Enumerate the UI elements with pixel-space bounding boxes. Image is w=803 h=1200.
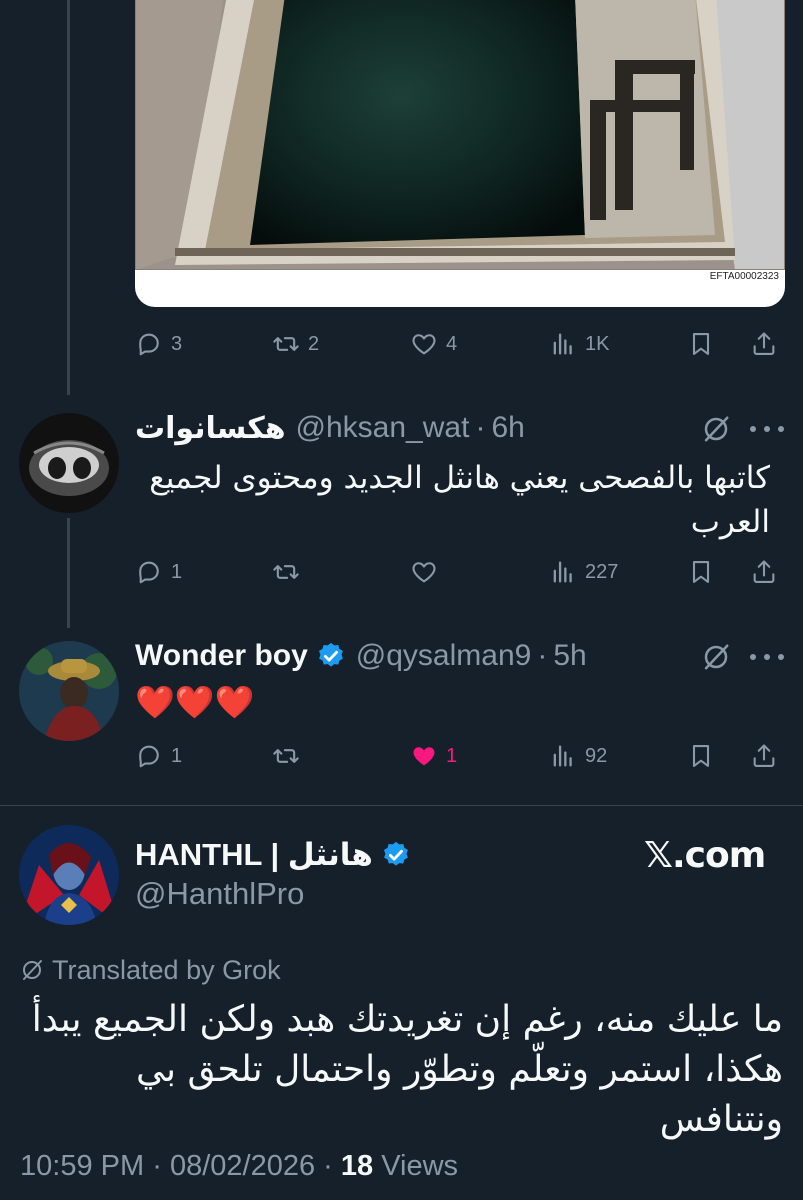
translated-label: Translated by Grok — [52, 954, 281, 985]
reply-header: هكسانوات @hksan_wat · 6h — [135, 408, 525, 448]
verified-badge-icon — [383, 841, 408, 866]
like-count: 1 — [446, 744, 458, 767]
media-photo — [135, 0, 785, 270]
avatar-image — [19, 825, 119, 925]
reply-action-bar: 1 1 92 — [135, 736, 785, 776]
grok-icon[interactable] — [701, 642, 731, 672]
handle[interactable]: @qysalman9 — [356, 639, 532, 673]
repost-icon — [273, 337, 299, 351]
media-caption: EFTA00002323 — [709, 271, 779, 282]
x-watermark: 𝕏.com — [644, 835, 766, 876]
bookmark-button[interactable] — [687, 736, 715, 776]
avatar[interactable] — [19, 641, 119, 741]
bookmark-button[interactable] — [687, 552, 715, 592]
bookmark-icon — [692, 745, 710, 767]
avatar-image — [19, 413, 119, 513]
reply-header: Wonder boy @qysalman9 · 5h — [135, 636, 587, 676]
more-options-icon[interactable] — [750, 652, 784, 662]
handle[interactable]: @HanthlPro — [135, 876, 304, 912]
thread-line-middle — [67, 518, 70, 628]
post-metadata: 10:59 PM · 08/02/2026 · 18 Views — [20, 1150, 458, 1183]
like-count: 4 — [446, 332, 458, 355]
analytics-icon — [553, 333, 572, 355]
repost-icon — [273, 565, 299, 579]
like-button[interactable]: 1 — [410, 736, 457, 776]
share-icon — [753, 332, 775, 355]
views-count: 92 — [585, 744, 608, 767]
reply-icon — [139, 745, 159, 768]
thread-line-top — [67, 0, 70, 395]
reply-count: 3 — [171, 332, 183, 355]
avatar[interactable] — [19, 413, 119, 513]
avatar-image — [19, 641, 119, 741]
display-name[interactable]: HANTHL | هانثل — [135, 837, 373, 873]
heart-filled-icon — [413, 747, 435, 766]
repost-button[interactable]: 2 — [272, 324, 319, 364]
post-action-bar: 3 2 4 1K — [135, 324, 785, 364]
repost-button[interactable] — [272, 736, 300, 776]
share-icon — [753, 744, 775, 767]
media-image-card[interactable]: EFTA00002323 — [135, 0, 785, 307]
post-time[interactable]: 10:59 PM — [20, 1150, 144, 1182]
repost-button[interactable] — [272, 552, 300, 592]
share-icon — [753, 560, 775, 583]
share-button[interactable] — [750, 324, 778, 364]
bookmark-icon — [692, 561, 710, 583]
repost-count: 2 — [308, 332, 320, 355]
main-post-header: HANTHL | هانثل — [135, 835, 411, 875]
like-button[interactable] — [410, 552, 438, 592]
translated-by-grok-label[interactable]: Translated by Grok — [20, 953, 281, 987]
reply-action-bar: 1 227 — [135, 552, 785, 592]
repost-icon — [273, 749, 299, 763]
share-button[interactable] — [750, 552, 778, 592]
reply-text: ❤️❤️❤️ — [135, 683, 255, 721]
heart-icon — [412, 562, 436, 583]
share-button[interactable] — [750, 736, 778, 776]
separator: · — [323, 1150, 333, 1182]
analytics-icon — [553, 561, 572, 583]
reply-text: كاتبها بالفصحى يعني هانثل الجديد ومحتوى … — [149, 460, 770, 540]
reply-icon — [139, 333, 159, 356]
heart-icon — [412, 334, 436, 355]
views-label: Views — [381, 1150, 459, 1182]
views-count: 227 — [585, 560, 619, 583]
verified-badge-icon — [318, 642, 343, 667]
reply-button[interactable]: 3 — [135, 324, 182, 364]
timestamp[interactable]: 5h — [553, 639, 586, 673]
views-button[interactable]: 92 — [549, 736, 607, 776]
post-date[interactable]: 08/02/2026 — [170, 1150, 315, 1182]
display-name[interactable]: هكسانوات — [135, 411, 286, 446]
reply-icon — [139, 561, 159, 584]
handle[interactable]: @hksan_wat — [296, 411, 470, 445]
avatar[interactable] — [19, 825, 119, 925]
reply-button[interactable]: 1 — [135, 736, 182, 776]
divider — [0, 805, 803, 806]
bookmark-button[interactable] — [687, 324, 715, 364]
grok-icon[interactable] — [701, 414, 731, 444]
reply-button[interactable]: 1 — [135, 552, 182, 592]
analytics-icon — [553, 745, 572, 767]
grok-icon — [23, 960, 42, 980]
more-options-icon[interactable] — [750, 424, 784, 434]
reply-count: 1 — [171, 560, 183, 583]
separator: · — [152, 1150, 162, 1182]
views-button[interactable]: 1K — [549, 324, 609, 364]
separator: · — [475, 411, 486, 444]
views-count: 18 — [340, 1150, 374, 1182]
main-post-text: ما عليك منه، رغم إن تغريدتك هبد ولكن الج… — [31, 999, 783, 1140]
bookmark-icon — [692, 333, 710, 355]
views-count: 1K — [585, 332, 610, 355]
separator: · — [537, 639, 548, 672]
like-button[interactable]: 4 — [410, 324, 457, 364]
timestamp[interactable]: 6h — [491, 411, 524, 445]
views-button[interactable]: 227 — [549, 552, 618, 592]
display-name[interactable]: Wonder boy — [135, 639, 308, 673]
reply-count: 1 — [171, 744, 183, 767]
